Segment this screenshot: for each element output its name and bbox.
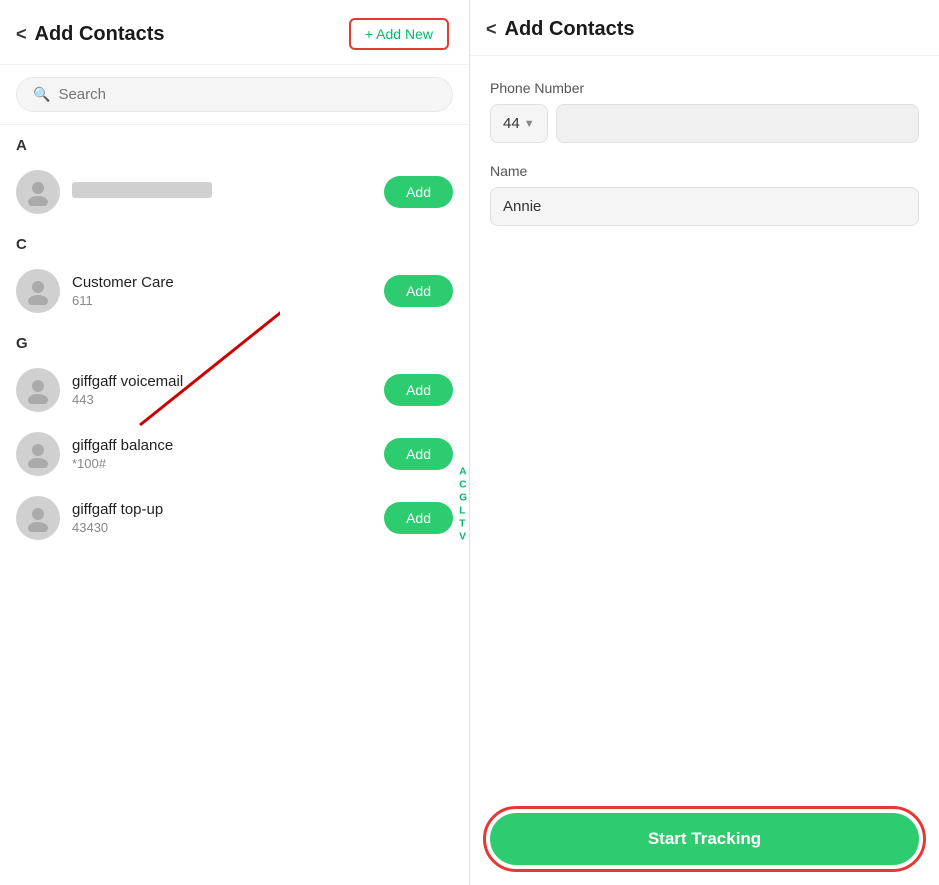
contact-item-topup: giffgaff top-up 43430 Add — [0, 486, 469, 550]
header-left: < Add Contacts — [16, 23, 165, 46]
contact-info-customer-care: Customer Care 611 — [72, 274, 372, 308]
add-button-customer-care[interactable]: Add — [384, 275, 453, 307]
contacts-list: A Add C — [0, 125, 469, 885]
phone-row: 44 ▼ — [490, 104, 919, 143]
left-header: < Add Contacts + Add New — [0, 0, 469, 65]
name-label: Name — [490, 163, 919, 179]
contact-info-annie — [72, 182, 372, 202]
add-button-balance[interactable]: Add — [384, 438, 453, 470]
contact-name-placeholder — [72, 182, 212, 198]
avatar-balance — [16, 432, 60, 476]
add-button-topup[interactable]: Add — [384, 502, 453, 534]
contact-number-balance: *100# — [72, 456, 372, 471]
alpha-v[interactable]: V — [459, 533, 467, 543]
right-panel-title: Add Contacts — [505, 18, 635, 41]
right-footer: Start Tracking — [470, 793, 939, 885]
avatar-annie — [16, 170, 60, 214]
search-input[interactable] — [58, 86, 436, 103]
avatar-topup — [16, 496, 60, 540]
contact-name-voicemail: giffgaff voicemail — [72, 373, 372, 390]
dropdown-arrow-icon: ▼ — [524, 118, 535, 130]
phone-input[interactable] — [556, 104, 919, 143]
alpha-l[interactable]: L — [459, 507, 467, 517]
add-button-voicemail[interactable]: Add — [384, 374, 453, 406]
contact-item-annie: Add — [0, 160, 469, 224]
contact-item-balance: giffgaff balance *100# Add — [0, 422, 469, 486]
contact-name-customer-care: Customer Care — [72, 274, 372, 291]
phone-number-label: Phone Number — [490, 80, 919, 96]
contact-name-balance: giffgaff balance — [72, 437, 372, 454]
section-letter-c: C — [0, 224, 469, 259]
right-back-arrow[interactable]: < — [486, 19, 497, 40]
section-letter-g: G — [0, 323, 469, 358]
right-header: < Add Contacts — [470, 0, 939, 56]
alpha-t[interactable]: T — [459, 520, 467, 530]
alpha-g[interactable]: G — [459, 494, 467, 504]
alphabet-index: A C G L T V — [459, 468, 467, 543]
avatar-voicemail — [16, 368, 60, 412]
contact-number-topup: 43430 — [72, 520, 372, 535]
contact-info-voicemail: giffgaff voicemail 443 — [72, 373, 372, 407]
contact-item-voicemail: giffgaff voicemail 443 Add — [0, 358, 469, 422]
search-container: 🔍 — [0, 65, 469, 125]
left-panel: < Add Contacts + Add New 🔍 A Add — [0, 0, 470, 885]
left-back-arrow[interactable]: < — [16, 24, 27, 45]
right-panel: < Add Contacts Phone Number 44 ▼ Name An… — [470, 0, 939, 885]
search-box: 🔍 — [16, 77, 453, 112]
name-input[interactable]: Annie — [490, 187, 919, 226]
search-icon: 🔍 — [33, 86, 50, 103]
start-tracking-button[interactable]: Start Tracking — [490, 813, 919, 865]
avatar-customer-care — [16, 269, 60, 313]
contact-info-topup: giffgaff top-up 43430 — [72, 501, 372, 535]
country-code-selector[interactable]: 44 ▼ — [490, 104, 548, 143]
left-panel-title: Add Contacts — [35, 23, 165, 46]
name-value: Annie — [503, 198, 541, 215]
contact-number-voicemail: 443 — [72, 392, 372, 407]
alpha-a[interactable]: A — [459, 468, 467, 478]
alpha-c[interactable]: C — [459, 481, 467, 491]
contact-number-customer-care: 611 — [72, 293, 372, 308]
section-letter-a: A — [0, 125, 469, 160]
add-new-button[interactable]: + Add New — [349, 18, 449, 50]
contact-info-balance: giffgaff balance *100# — [72, 437, 372, 471]
contact-item-customer-care: Customer Care 611 Add — [0, 259, 469, 323]
contact-name-topup: giffgaff top-up — [72, 501, 372, 518]
country-code-value: 44 — [503, 115, 520, 132]
add-button-annie[interactable]: Add — [384, 176, 453, 208]
right-content: Phone Number 44 ▼ Name Annie — [470, 56, 939, 793]
